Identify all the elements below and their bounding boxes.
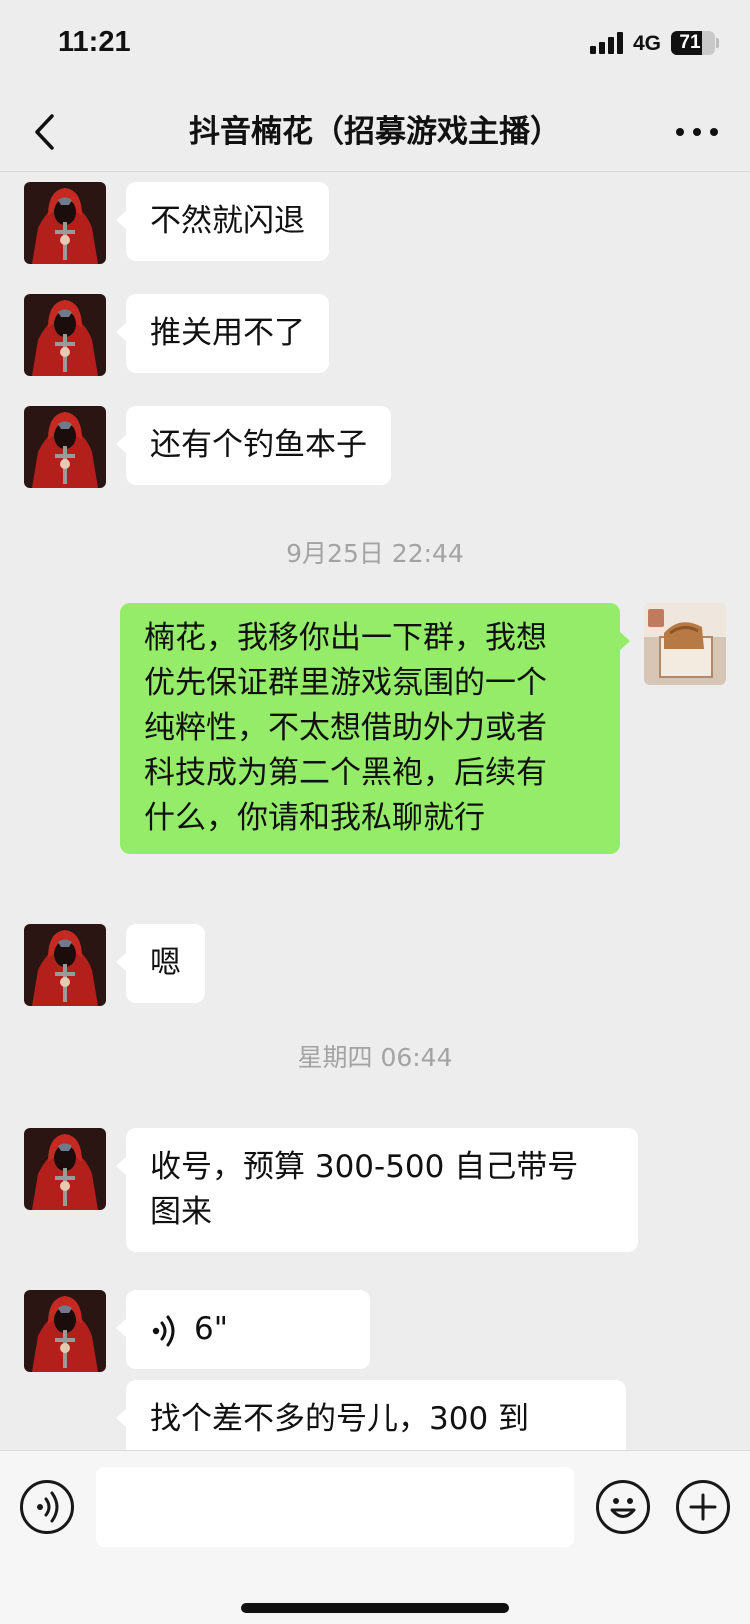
- message-line: 收号，预算 300-500 自己带号: [150, 1149, 579, 1185]
- status-bar: 11:21 4G 71: [0, 0, 750, 92]
- input-bar: [0, 1450, 750, 1624]
- message-input[interactable]: [96, 1467, 574, 1547]
- network-type: 4G: [633, 32, 662, 55]
- chat-title: 抖音楠花（招募游戏主播）: [189, 114, 561, 150]
- message-line: 优先保证群里游戏氛围的一个: [144, 665, 547, 701]
- voice-message-bubble[interactable]: 6": [116, 1290, 370, 1369]
- message-line: 纯粹性，不太想借助外力或者: [144, 710, 547, 746]
- home-indicator: [241, 1603, 509, 1613]
- battery-level: 71: [679, 32, 701, 53]
- message-bubble[interactable]: 推关用不了: [116, 294, 329, 373]
- message-line: 科技成为第二个黑袍，后续有: [144, 755, 547, 791]
- contact-avatar[interactable]: [24, 294, 106, 376]
- message-text: 还有个钓鱼本子: [150, 427, 367, 463]
- battery-icon: 71: [671, 31, 715, 55]
- message-bubble[interactable]: 不然就闪退: [116, 182, 329, 261]
- message-list: 不然就闪退 推关用不了 还有个钓鱼本子 9月25日 22:44 楠花，我移你出一…: [0, 173, 750, 1450]
- chat-screen: 11:21 4G 71 抖音楠花（招募游戏主播） 不然就闪退 推关用不了 还有个…: [0, 0, 750, 1624]
- contact-avatar[interactable]: [24, 924, 106, 1006]
- contact-avatar[interactable]: [24, 182, 106, 264]
- battery-cap: [716, 38, 719, 48]
- message-line: 楠花，我移你出一下群，我想: [144, 620, 547, 656]
- emoji-icon[interactable]: [596, 1480, 650, 1534]
- voice-duration: 6": [194, 1311, 228, 1347]
- message-bubble[interactable]: 嗯: [116, 924, 205, 1003]
- status-time: 11:21: [58, 26, 131, 58]
- voice-icon[interactable]: [20, 1480, 74, 1534]
- more-dots-icon[interactable]: [672, 114, 722, 150]
- message-line: 什么，你请和我私聊就行: [144, 800, 485, 836]
- message-bubble[interactable]: 找个差不多的号儿，300 到: [116, 1380, 626, 1450]
- message-text: 不然就闪退: [150, 203, 305, 239]
- chevron-left-icon[interactable]: [28, 110, 68, 154]
- message-bubble[interactable]: 收号，预算 300-500 自己带号 图来: [116, 1128, 638, 1252]
- contact-avatar[interactable]: [24, 1290, 106, 1372]
- message-line: 找个差不多的号儿，300 到: [150, 1401, 530, 1437]
- message-bubble-self[interactable]: 楠花，我移你出一下群，我想 优先保证群里游戏氛围的一个 纯粹性，不太想借助外力或…: [120, 603, 630, 854]
- voice-wave-icon: [150, 1313, 180, 1349]
- my-avatar[interactable]: [644, 603, 726, 685]
- contact-avatar[interactable]: [24, 406, 106, 488]
- nav-bar: 抖音楠花（招募游戏主播）: [0, 92, 750, 172]
- message-text: 嗯: [150, 945, 181, 981]
- timestamp: 9月25日 22:44: [286, 539, 464, 568]
- message-bubble[interactable]: 还有个钓鱼本子: [116, 406, 391, 485]
- contact-avatar[interactable]: [24, 1128, 106, 1210]
- plus-icon[interactable]: [676, 1480, 730, 1534]
- message-line: 图来: [150, 1194, 212, 1230]
- message-text: 推关用不了: [150, 315, 305, 351]
- signal-icon: [590, 32, 626, 54]
- timestamp: 星期四 06:44: [297, 1043, 453, 1072]
